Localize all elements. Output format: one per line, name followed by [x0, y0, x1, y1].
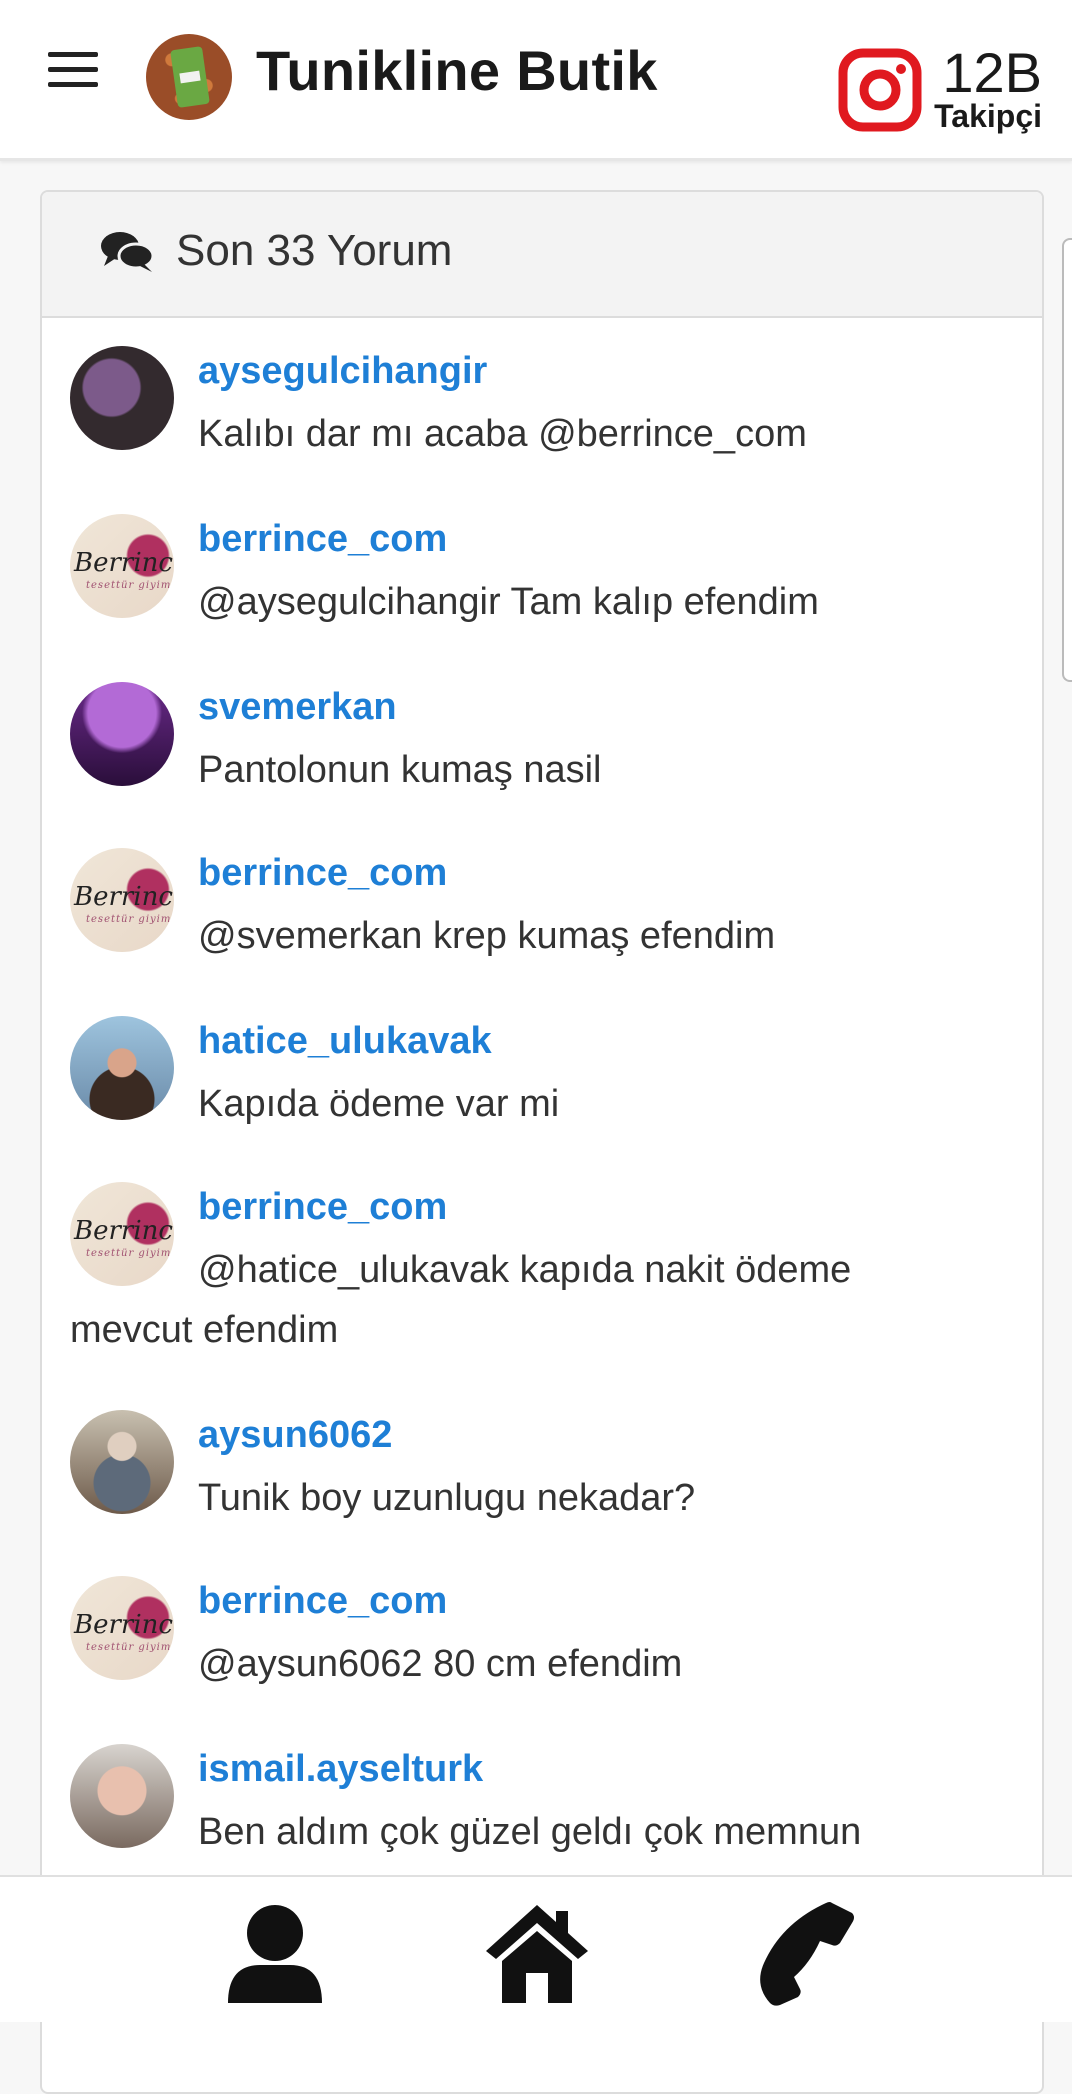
comment-text: Tunik boy uzunlugu nekadar?: [198, 1477, 696, 1519]
comment-username[interactable]: berrince_com: [198, 518, 447, 561]
comment-text: @aysun6062 80 cm efendim: [198, 1643, 683, 1685]
card-title: Son 33 Yorum: [176, 226, 453, 275]
shop-logo[interactable]: [146, 34, 232, 120]
comment-text: Kapıda ödeme var mi: [198, 1083, 560, 1125]
comment-text: @hatice_ulukavak kapıda nakit ödeme mevc…: [70, 1249, 852, 1351]
user-icon[interactable]: [220, 1899, 330, 2009]
comment-username[interactable]: berrince_com: [198, 1580, 447, 1623]
comment-username[interactable]: svemerkan: [198, 686, 397, 729]
comments-icon: [101, 232, 154, 272]
home-icon[interactable]: [482, 1899, 592, 2009]
comment-text: Ben aldım çok güzel geldı çok memnun: [198, 1811, 862, 1853]
app-title: Tunikline Butik: [256, 39, 658, 102]
comment-text: @svemerkan krep kumaş efendim: [198, 915, 776, 957]
phone-icon[interactable]: [752, 1899, 862, 2009]
followers-count: 12B: [942, 41, 1042, 104]
comment-username[interactable]: ismail.ayselturk: [198, 1748, 483, 1791]
comments-card: Son 33 Yorum aysegulcihangir Kalıbı dar …: [40, 190, 1044, 2094]
menu-icon[interactable]: [48, 52, 98, 88]
bottom-nav: [0, 1875, 1072, 2022]
card-header: Son 33 Yorum: [42, 192, 1042, 318]
comment-username[interactable]: aysegulcihangir: [198, 350, 487, 393]
comment-text: Pantolonun kumaş nasil: [198, 749, 602, 791]
comment-text: Kalıbı dar mı acaba @berrince_com: [198, 413, 807, 455]
comment-username[interactable]: berrince_com: [198, 852, 447, 895]
comment-username[interactable]: hatice_ulukavak: [198, 1020, 492, 1063]
comment-username[interactable]: berrince_com: [198, 1186, 447, 1229]
followers-label: Takipçi: [934, 98, 1042, 134]
scrollbar[interactable]: [1062, 238, 1072, 682]
comment-text: @aysegulcihangir Tam kalıp efendim: [198, 581, 819, 623]
comment-username[interactable]: aysun6062: [198, 1414, 392, 1457]
top-bar: Tunikline Butik 12B Takipçi: [0, 0, 1072, 161]
instagram-icon[interactable]: [838, 48, 922, 132]
